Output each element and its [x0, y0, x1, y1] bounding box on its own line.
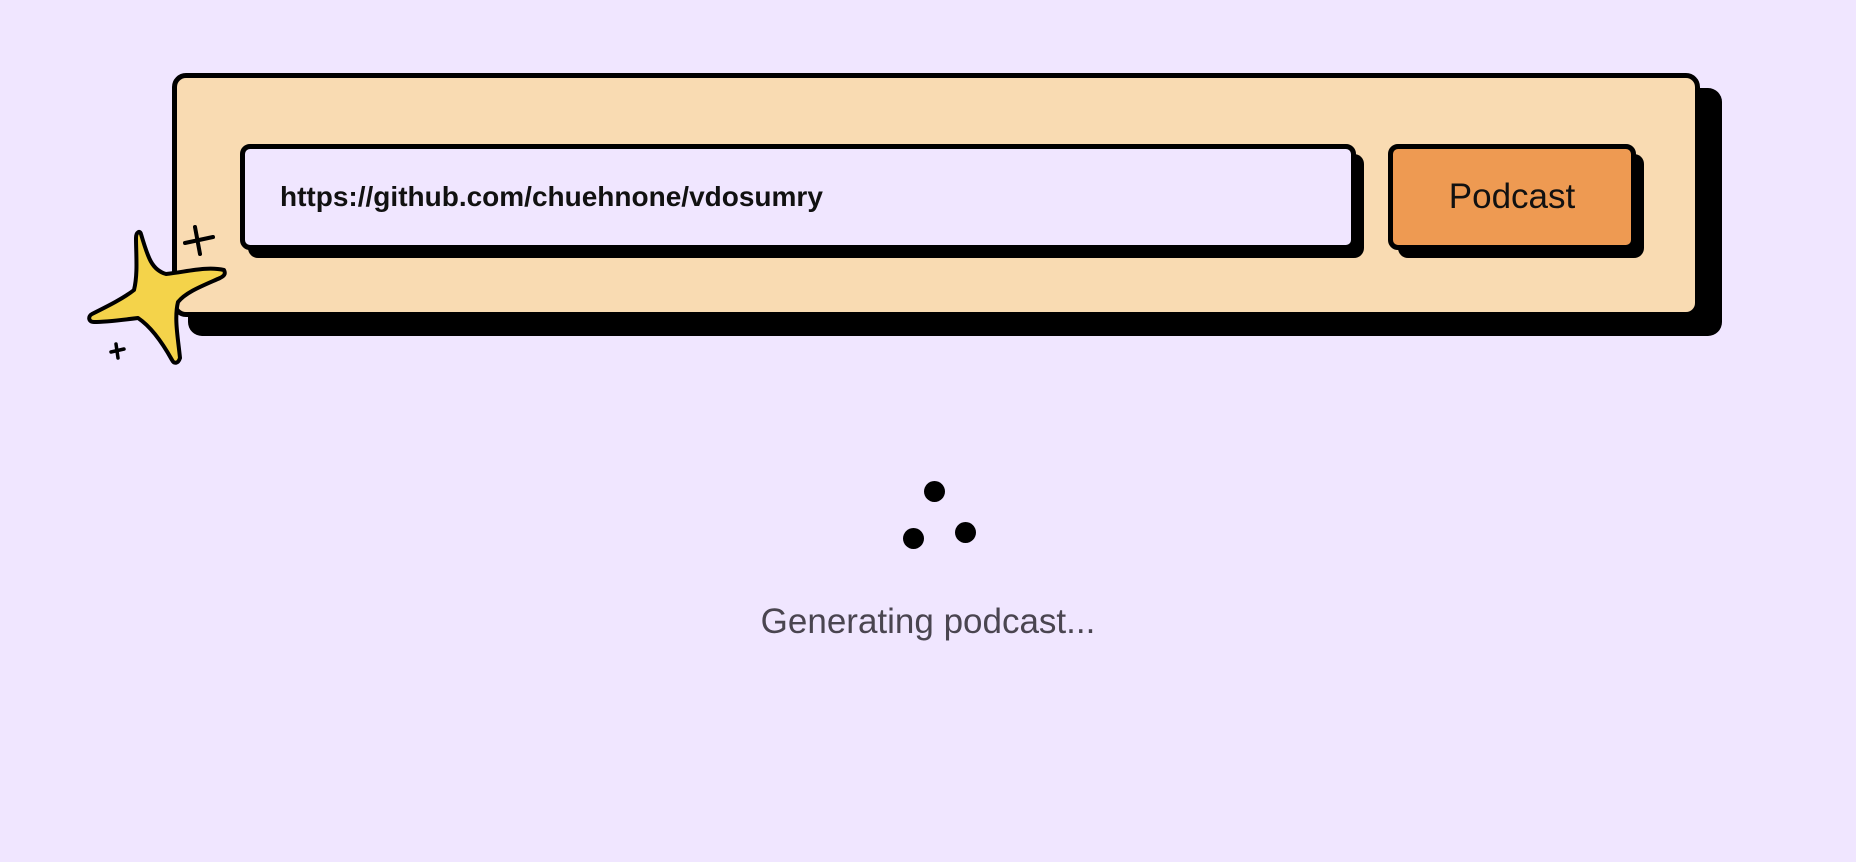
sparkle-icon — [87, 225, 227, 365]
status-text: Generating podcast... — [760, 602, 1096, 641]
page: Podcast Generating podcast... — [0, 0, 1856, 862]
loader-dot — [903, 528, 924, 549]
podcast-button[interactable]: Podcast — [1388, 144, 1636, 250]
loader-dot — [924, 481, 945, 502]
loading-spinner-icon — [890, 472, 990, 552]
loader-dot — [955, 522, 976, 543]
url-input[interactable] — [240, 144, 1356, 250]
